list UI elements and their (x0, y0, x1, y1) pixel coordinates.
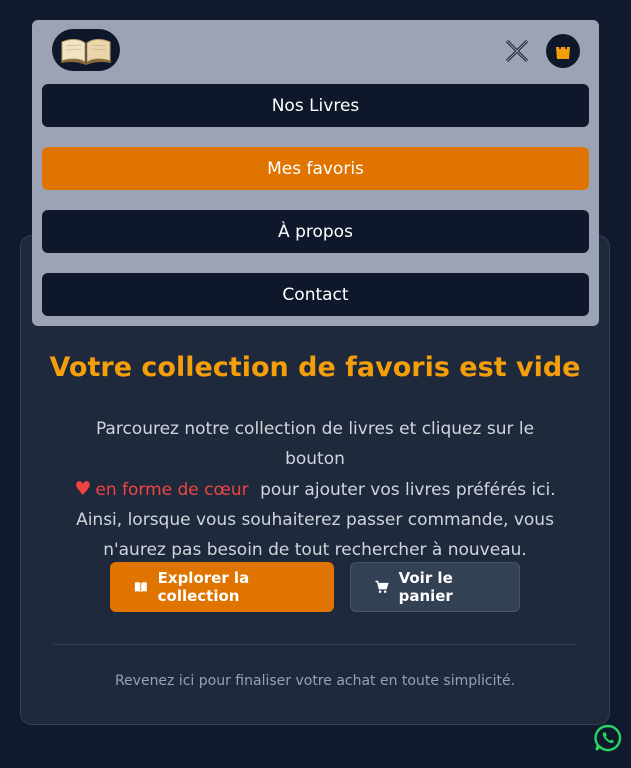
description-part-1: Parcourez notre collection de livres et … (95, 419, 535, 469)
open-book-icon (61, 39, 111, 65)
mobile-nav-menu: Nos Livres Mes favoris À propos Contact (32, 20, 599, 326)
site-logo[interactable] (52, 29, 120, 71)
close-icon[interactable] (503, 37, 531, 65)
empty-state-title: Votre collection de favoris est vide (49, 352, 581, 383)
footnote: Revenez ici pour finaliser votre achat e… (114, 673, 516, 689)
explore-collection-label: Explorer la collection (157, 569, 250, 605)
shopping-bag-button[interactable] (546, 34, 580, 68)
empty-state-description: Parcourez notre collection de livres et … (65, 414, 565, 565)
view-cart-button[interactable]: Voir le panier (350, 562, 520, 612)
view-cart-label: Voir le panier (398, 569, 453, 605)
nav-item-contact[interactable]: Contact (42, 273, 589, 316)
divider (53, 644, 577, 645)
shopping-bag-icon (556, 42, 570, 59)
nav-item-a-propos[interactable]: À propos (42, 210, 589, 253)
heart-label: en forme de cœur (95, 480, 249, 500)
nav-item-nos-livres[interactable]: Nos Livres (42, 84, 589, 127)
whatsapp-icon[interactable] (594, 724, 622, 752)
explore-collection-button[interactable]: Explorer la collection (110, 562, 334, 612)
cart-icon (375, 580, 389, 593)
nav-item-mes-favoris[interactable]: Mes favoris (42, 147, 589, 190)
heart-icon: ♥ (74, 478, 92, 500)
book-open-icon (134, 582, 147, 593)
action-buttons: Explorer la collection Voir le panier (21, 562, 609, 612)
